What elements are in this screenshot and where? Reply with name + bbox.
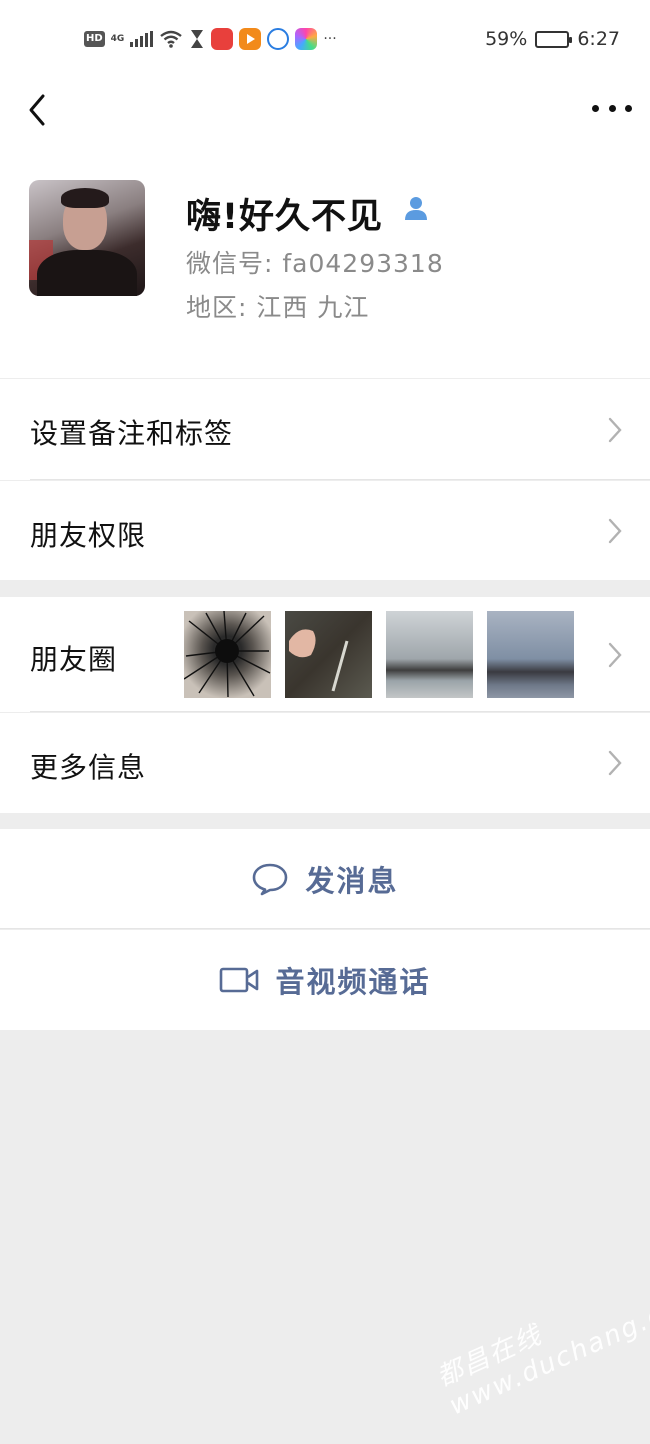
male-user-icon — [405, 197, 427, 220]
avatar[interactable] — [29, 180, 145, 296]
nav-bar — [0, 78, 650, 140]
video-call-button[interactable]: 音视频通话 — [0, 930, 650, 1030]
divider — [0, 928, 650, 929]
wifi-icon — [160, 30, 183, 48]
video-call-label: 音视频通话 — [275, 965, 431, 999]
row-friend-permissions[interactable]: 朋友权限 — [0, 481, 650, 580]
chat-bubble-icon — [253, 863, 288, 896]
battery-icon — [535, 30, 573, 48]
moments-photo — [184, 611, 271, 698]
more-notifications-icon: ··· — [323, 31, 337, 47]
region: 地区: 江西 九江 — [186, 293, 370, 322]
status-icons: HD 4G ··· — [84, 26, 337, 52]
status-bar: HD 4G ··· 59% 6:27 — [0, 0, 650, 78]
moments-photo — [285, 611, 372, 698]
photos-app-icon — [295, 28, 318, 50]
row-remark-tags[interactable]: 设置备注和标签 — [0, 379, 650, 480]
browser-app-icon — [267, 28, 290, 50]
moments-photo — [386, 611, 473, 698]
video-camera-icon — [220, 967, 259, 993]
nickname: 嗨!好久不见 — [186, 197, 383, 237]
hd-badge: HD — [84, 31, 105, 47]
chevron-right-icon — [608, 642, 622, 668]
profile-card: 嗨!好久不见 微信号: fa04293318 地区: 江西 九江 — [0, 140, 650, 378]
video-app-icon — [239, 28, 262, 50]
clock: 6:27 — [577, 28, 620, 50]
row-more-info[interactable]: 更多信息 — [0, 713, 650, 813]
wechat-id: 微信号: fa04293318 — [186, 249, 444, 278]
row-label: 更多信息 — [30, 751, 147, 784]
battery-percent: 59% — [485, 28, 528, 50]
chevron-right-icon — [608, 417, 622, 443]
watermark: 都昌在线 www.duchang.org — [432, 1286, 650, 1422]
back-icon[interactable] — [22, 90, 52, 130]
network-type: 4G — [110, 33, 125, 44]
row-moments[interactable]: 朋友圈 — [0, 597, 650, 712]
send-message-button[interactable]: 发消息 — [0, 829, 650, 929]
shopping-app-icon — [211, 28, 234, 50]
more-options-icon[interactable] — [592, 96, 632, 120]
chevron-right-icon — [608, 518, 622, 544]
divider — [30, 711, 650, 712]
chevron-right-icon — [608, 750, 622, 776]
row-label: 朋友圈 — [30, 643, 118, 676]
row-label: 朋友权限 — [30, 519, 147, 552]
status-right: 59% 6:27 — [485, 28, 620, 50]
signal-icon — [130, 31, 154, 47]
send-message-label: 发消息 — [305, 864, 399, 898]
row-label: 设置备注和标签 — [30, 417, 234, 450]
hourglass-icon — [191, 30, 204, 48]
divider — [30, 479, 650, 480]
moments-photo — [487, 611, 574, 698]
